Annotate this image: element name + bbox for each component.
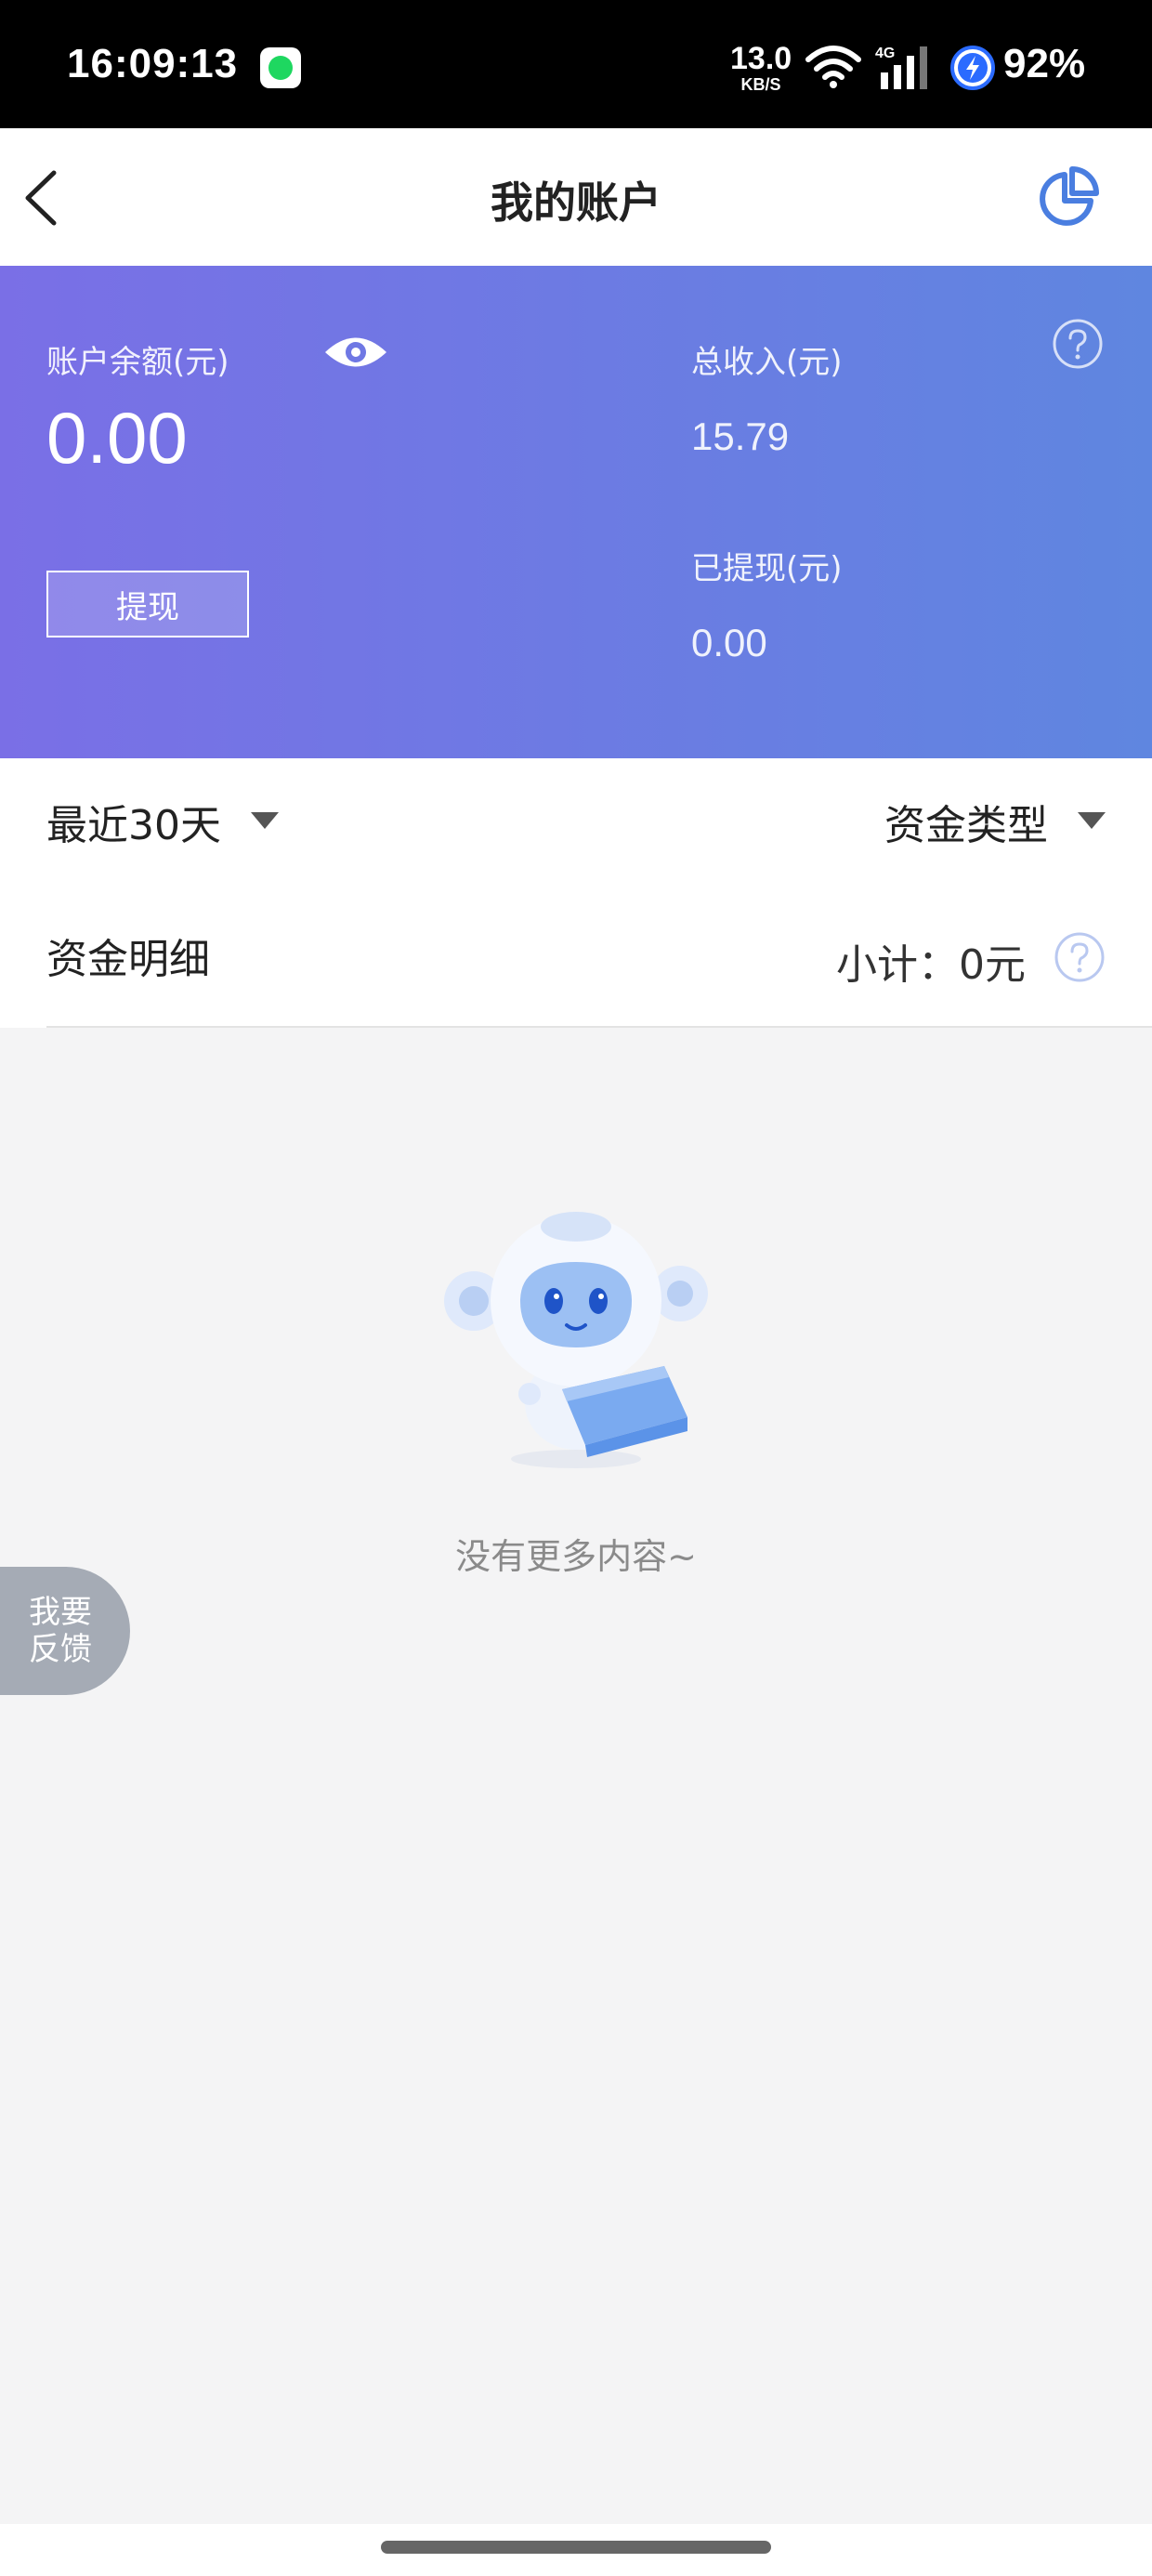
caret-down-icon xyxy=(1078,812,1106,829)
fund-type-filter-label: 资金类型 xyxy=(884,802,1048,849)
account-summary-card: 账户余额(元) 0.00 提现 总收入(元) 15.79 已提现(元) 0.00 xyxy=(0,266,1152,758)
withdrawn-label: 已提现(元) xyxy=(691,550,843,587)
cellular-signal-icon: 4G xyxy=(875,46,927,89)
wifi-icon xyxy=(805,46,861,88)
pie-chart-icon[interactable] xyxy=(1037,165,1100,229)
fund-detail-header: 资金明细 小计：0元 xyxy=(0,898,1152,1028)
home-indicator[interactable] xyxy=(381,2541,771,2554)
withdrawn-value: 0.00 xyxy=(691,621,767,664)
notification-app-icon xyxy=(260,47,301,88)
eye-icon[interactable] xyxy=(323,333,388,372)
fund-detail-title: 资金明细 xyxy=(46,936,210,983)
balance-value: 0.00 xyxy=(46,397,188,479)
feedback-button[interactable]: 我要 反馈 xyxy=(0,1567,130,1695)
status-bar: 16:09:13 13.0 KB/S 4G 92% xyxy=(0,0,1152,128)
filter-bar: 最近30天 资金类型 xyxy=(0,758,1152,898)
withdraw-button[interactable]: 提现 xyxy=(46,571,249,637)
divider xyxy=(46,1026,1152,1028)
feedback-line-2: 反馈 xyxy=(29,1631,92,1668)
network-type-label: 4G xyxy=(875,46,895,61)
total-income-value: 15.79 xyxy=(691,414,790,458)
network-speed-unit: KB/S xyxy=(740,75,781,94)
page-title: 我的账户 xyxy=(491,177,661,228)
empty-state-message: 没有更多内容~ xyxy=(455,1536,697,1577)
total-income-label: 总收入(元) xyxy=(691,344,843,381)
fund-type-filter-dropdown[interactable]: 资金类型 xyxy=(884,792,1106,851)
empty-state-mascot-illustration xyxy=(444,1212,708,1468)
status-time: 16:09:13 xyxy=(67,41,239,86)
network-speed-value: 13.0 xyxy=(730,41,792,76)
balance-label: 账户余额(元) xyxy=(46,344,229,381)
period-filter-dropdown[interactable]: 最近30天 xyxy=(46,792,279,851)
home-bar xyxy=(0,2524,1152,2576)
network-speed: 13.0 KB/S xyxy=(730,43,792,93)
subtotal-label: 小计：0元 xyxy=(836,941,1026,989)
period-filter-label: 最近30天 xyxy=(46,802,221,849)
battery-charging-icon xyxy=(950,46,995,90)
battery-level: 92% xyxy=(1003,41,1086,86)
nav-bar: 我的账户 xyxy=(0,128,1152,266)
help-icon[interactable] xyxy=(1052,318,1104,370)
help-icon[interactable] xyxy=(1054,931,1106,983)
feedback-line-1: 我要 xyxy=(29,1594,92,1631)
caret-down-icon xyxy=(251,812,279,829)
